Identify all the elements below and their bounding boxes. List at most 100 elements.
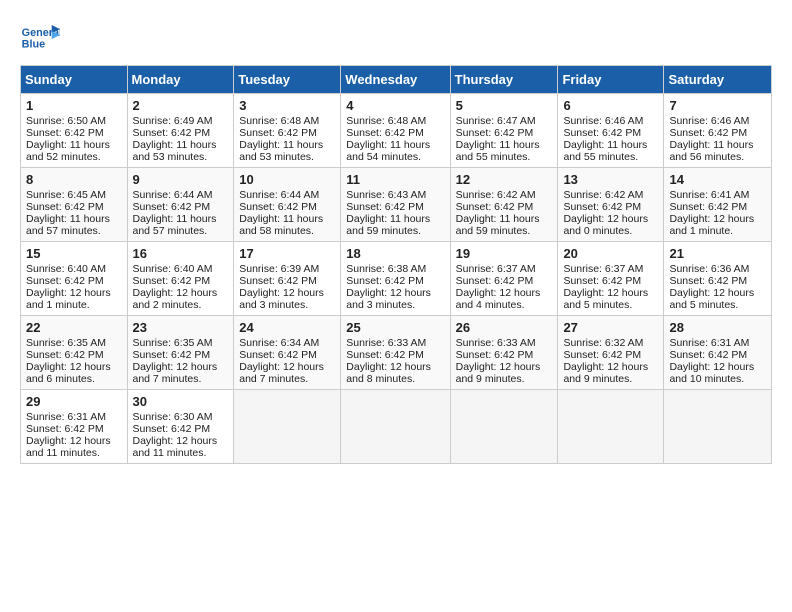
day-info-line: Daylight: 11 hours [239,213,335,225]
logo: General Blue [20,20,64,55]
day-number: 15 [26,246,122,261]
day-number: 29 [26,394,122,409]
calendar-cell: 25Sunrise: 6:33 AMSunset: 6:42 PMDayligh… [341,316,450,390]
day-info-line: Sunrise: 6:32 AM [563,337,658,349]
calendar-cell: 10 Sunrise: 6:44 AMSunset: 6:42 PMDayligh… [234,168,341,242]
day-info-line: Sunset: 6:42 PM [133,423,229,435]
day-number: 26 [456,320,553,335]
calendar-cell: 23 Sunrise: 6:35 AMSunset: 6:42 PMDayligh… [127,316,234,390]
day-number: 3 [239,98,335,113]
weekday-header-sunday: Sunday [21,66,128,94]
day-info-line: Sunset: 6:42 PM [239,201,335,213]
day-info-line: Sunset: 6:42 PM [26,201,122,213]
calendar-week-5: 29 Sunrise: 6:31 AM Sunset: 6:42 PMDayligh… [21,390,772,464]
day-info-line: and 11 minutes. [26,447,122,459]
day-info-line: Sunset: 6:42 PM [456,349,553,361]
day-info-line: Daylight: 11 hours [133,139,229,151]
day-info-line: Sunset: 6:42 PM [563,127,658,139]
day-info-line: Daylight: 11 hours [669,139,766,151]
calendar-cell: 30Sunrise: 6:30 AMSunset: 6:42 PMDayligh… [127,390,234,464]
day-number: 9 [133,172,229,187]
day-info-line: Sunrise: 6:31 AM [26,411,122,423]
calendar-cell: 19Sunrise: 6:37 AMSunset: 6:42 PMDayligh… [450,242,558,316]
calendar-cell: 16Sunrise: 6:40 AMSunset: 6:42 PMDayligh… [127,242,234,316]
day-info-line: and 7 minutes. [239,373,335,385]
calendar-cell: 3Sunrise: 6:48 AMSunset: 6:42 PMDaylight… [234,94,341,168]
svg-text:Blue: Blue [22,39,45,51]
day-info-line: and 11 minutes. [133,447,229,459]
day-info-line: and 1 minute. [669,225,766,237]
day-info-line: Daylight: 12 hours [669,287,766,299]
weekday-header-saturday: Saturday [664,66,772,94]
day-info-line: Sunset: 6:42 PM [26,349,122,361]
day-info-line: and 5 minutes. [669,299,766,311]
day-info-line: and 3 minutes. [346,299,444,311]
day-info-line: and 7 minutes. [133,373,229,385]
calendar-cell: 6Sunrise: 6:46 AMSunset: 6:42 PMDaylight… [558,94,664,168]
day-info-line: Sunrise: 6:48 AM [346,115,444,127]
calendar-cell: 1Sunrise: 6:50 AMSunset: 6:42 PMDaylight… [21,94,128,168]
calendar-cell: 5Sunrise: 6:47 AMSunset: 6:42 PMDaylight… [450,94,558,168]
logo-icon: General Blue [20,20,60,55]
day-number: 24 [239,320,335,335]
weekday-header-thursday: Thursday [450,66,558,94]
day-info-line: Sunset: 6:42 PM [239,127,335,139]
day-info-line: Sunset: 6:42 PM [239,349,335,361]
day-info-line: and 6 minutes. [26,373,122,385]
day-info-line: and 10 minutes. [669,373,766,385]
day-number: 23 [133,320,229,335]
day-info-line: and 3 minutes. [239,299,335,311]
day-info-line: Sunrise: 6:40 AM [26,263,122,275]
day-info-line: Sunset: 6:42 PM [669,349,766,361]
day-info-line: Daylight: 12 hours [346,287,444,299]
day-number: 10 [239,172,335,187]
day-info-line: Daylight: 12 hours [563,361,658,373]
day-info-line: Daylight: 12 hours [239,361,335,373]
calendar-cell [450,390,558,464]
day-number: 20 [563,246,658,261]
day-info-line: and 2 minutes. [133,299,229,311]
day-info-line: Sunset: 6:42 PM [669,275,766,287]
day-info-line: Sunset: 6:42 PM [669,127,766,139]
day-number: 2 [133,98,229,113]
weekday-header-tuesday: Tuesday [234,66,341,94]
page-header: General Blue [20,20,772,55]
calendar-cell: 9Sunrise: 6:44 AMSunset: 6:42 PMDaylight… [127,168,234,242]
day-info-line: Sunrise: 6:44 AM [239,189,335,201]
day-info-line: Sunrise: 6:36 AM [669,263,766,275]
day-info-line: Sunrise: 6:35 AM [133,337,229,349]
calendar-cell: 24Sunrise: 6:34 AMSunset: 6:42 PMDayligh… [234,316,341,390]
calendar-cell [664,390,772,464]
day-info-line: Sunrise: 6:45 AM [26,189,122,201]
day-info-line: Daylight: 12 hours [133,435,229,447]
day-info-line: Daylight: 11 hours [26,139,122,151]
day-number: 18 [346,246,444,261]
day-info-line: Sunset: 6:42 PM [133,201,229,213]
day-info-line: Sunset: 6:42 PM [563,275,658,287]
day-info-line: and 59 minutes. [456,225,553,237]
calendar-cell: 7Sunrise: 6:46 AMSunset: 6:42 PMDaylight… [664,94,772,168]
day-info-line: Sunset: 6:42 PM [26,275,122,287]
day-info-line: Sunset: 6:42 PM [346,275,444,287]
day-info-line: Sunrise: 6:41 AM [669,189,766,201]
calendar-table: SundayMondayTuesdayWednesdayThursdayFrid… [20,65,772,464]
day-info-line: and 0 minutes. [563,225,658,237]
day-info-line: and 58 minutes. [239,225,335,237]
calendar-cell: 22Sunrise: 6:35 AMSunset: 6:42 PMDayligh… [21,316,128,390]
day-info-line: Daylight: 12 hours [563,287,658,299]
day-info-line: Sunset: 6:42 PM [133,349,229,361]
calendar-cell: 28Sunrise: 6:31 AMSunset: 6:42 PMDayligh… [664,316,772,390]
day-number: 12 [456,172,553,187]
day-info-line: Sunrise: 6:46 AM [669,115,766,127]
day-info-line: Sunset: 6:42 PM [133,127,229,139]
day-info-line: and 57 minutes. [133,225,229,237]
day-info-line: Daylight: 12 hours [563,213,658,225]
day-info-line: and 57 minutes. [26,225,122,237]
day-info-line: and 55 minutes. [456,151,553,163]
day-info-line: Daylight: 12 hours [456,287,553,299]
calendar-week-2: 8Sunrise: 6:45 AMSunset: 6:42 PMDaylight… [21,168,772,242]
day-number: 6 [563,98,658,113]
day-number: 28 [669,320,766,335]
day-info-line: Sunrise: 6:42 AM [456,189,553,201]
day-info-line: Daylight: 12 hours [133,361,229,373]
